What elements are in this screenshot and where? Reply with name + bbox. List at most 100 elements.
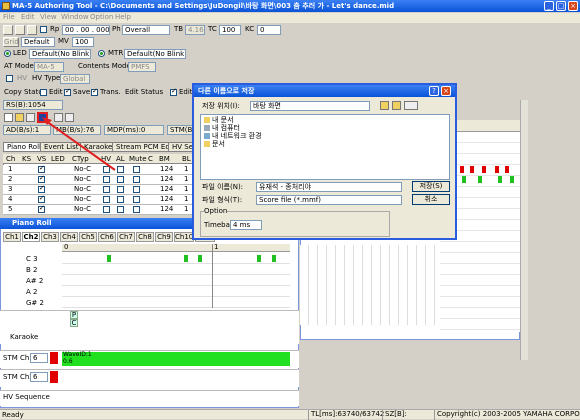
dialog-cancel-button[interactable]: 취소: [412, 194, 450, 205]
rp-checkbox[interactable]: [40, 26, 47, 33]
menu-view[interactable]: View: [40, 13, 57, 21]
dialog-close-button[interactable]: ×: [441, 86, 451, 96]
mute-checkbox[interactable]: [133, 196, 140, 203]
pause-button[interactable]: [27, 25, 37, 35]
measure-line: [212, 244, 213, 308]
menu-option[interactable]: Option: [90, 13, 113, 21]
piano-roll-title: Piano Roll: [12, 219, 52, 227]
stm-ch1-wave-bar[interactable]: [62, 352, 290, 366]
save-in-select[interactable]: 바탕 화면: [250, 101, 370, 111]
menu-window[interactable]: Window: [61, 13, 89, 21]
mute-checkbox[interactable]: [133, 186, 140, 193]
copy-trans-checkbox[interactable]: ✓: [91, 87, 98, 96]
note-block[interactable]: [184, 255, 188, 262]
copy-save-checkbox[interactable]: ✓: [64, 87, 71, 96]
tab-ch5[interactable]: Ch5: [79, 232, 97, 242]
karaoke-mark-c[interactable]: C: [70, 319, 78, 327]
hv-row-checkbox[interactable]: [103, 196, 110, 203]
tab-ch9[interactable]: Ch9: [155, 232, 173, 242]
note-block[interactable]: [107, 255, 111, 262]
stm-ch1-select[interactable]: 6: [30, 353, 48, 363]
tab-ch3[interactable]: Ch3: [41, 232, 59, 242]
menu-help[interactable]: Help: [115, 13, 131, 21]
stm-ch1-color[interactable]: [50, 352, 58, 364]
hv-row-checkbox[interactable]: [103, 186, 110, 193]
note-block[interactable]: [198, 255, 202, 262]
led-select[interactable]: Default(No Blink): [29, 49, 91, 59]
dialog-title: 다른 이름으로 저장: [198, 87, 255, 95]
dialog-help-button[interactable]: ?: [429, 86, 439, 96]
tab-ch6[interactable]: Ch6: [98, 232, 116, 242]
close-button[interactable]: ×: [568, 1, 578, 11]
piano-roll-ruler: [62, 244, 290, 252]
note-label-c3: C 3: [26, 255, 38, 263]
stm-ch2-color[interactable]: [50, 371, 58, 383]
col-bl: BL: [182, 155, 191, 163]
maximize-button[interactable]: □: [556, 1, 566, 11]
play-preview-icon[interactable]: [26, 113, 35, 122]
ph-select[interactable]: Overall: [122, 25, 170, 35]
network-icon: [204, 133, 210, 139]
position-field[interactable]: 00 . 00 . 000: [62, 25, 110, 35]
hv-row-checkbox[interactable]: [103, 206, 110, 213]
vs-checkbox[interactable]: ✓: [38, 174, 45, 183]
tab-piano-roll[interactable]: Piano Roll: [3, 142, 45, 152]
note-block[interactable]: [272, 255, 276, 262]
default-select[interactable]: Default: [21, 37, 55, 47]
view-menu-icon[interactable]: [404, 101, 418, 110]
kc-select[interactable]: 0: [257, 25, 281, 35]
my-documents-icon: [204, 117, 210, 123]
al-checkbox[interactable]: [117, 176, 124, 183]
dialog-save-button[interactable]: 저장(S): [412, 181, 450, 192]
tab-ch1[interactable]: Ch1: [3, 232, 21, 242]
play-button[interactable]: [15, 25, 25, 35]
hv-checkbox[interactable]: [6, 75, 13, 82]
led-radio[interactable]: [4, 50, 11, 57]
grid-button[interactable]: Grid: [3, 37, 19, 47]
tab-ch7[interactable]: Ch7: [117, 232, 135, 242]
timebase-select[interactable]: 4 ms: [230, 220, 262, 230]
copy-trans-label: Trans.: [100, 88, 121, 96]
al-checkbox[interactable]: [117, 196, 124, 203]
stm-ch2-select[interactable]: 6: [30, 372, 48, 382]
green-note-block: [462, 176, 466, 183]
al-checkbox[interactable]: [117, 206, 124, 213]
hv-row-checkbox[interactable]: [103, 176, 110, 183]
mv-field[interactable]: 100: [72, 37, 94, 47]
tab-ch8[interactable]: Ch8: [136, 232, 154, 242]
up-folder-icon[interactable]: [380, 101, 389, 110]
mtr-select[interactable]: Default(No Blink): [124, 49, 186, 59]
new-folder-icon[interactable]: [392, 101, 401, 110]
menu-file[interactable]: File: [3, 13, 15, 21]
filetype-select[interactable]: Score file (*.mmf): [256, 195, 402, 205]
row-bm: 124: [160, 195, 174, 203]
mute-checkbox[interactable]: [133, 206, 140, 213]
vs-checkbox[interactable]: ✓: [38, 204, 45, 213]
vertical-scrollbar[interactable]: [520, 100, 528, 360]
tab-ch10[interactable]: Ch10: [174, 232, 194, 242]
note-block[interactable]: [257, 255, 261, 262]
mute-checkbox[interactable]: [133, 176, 140, 183]
mute-checkbox[interactable]: [133, 166, 140, 173]
row-ctyp[interactable]: No-C: [74, 204, 91, 214]
copy-edit-checkbox[interactable]: [40, 89, 47, 96]
row-ctyp[interactable]: No-C: [74, 184, 91, 194]
place-documents[interactable]: 문서: [212, 139, 225, 149]
filename-input[interactable]: 유재석 - 종처리야: [256, 182, 402, 192]
tc-select[interactable]: 100: [219, 25, 241, 35]
al-checkbox[interactable]: [117, 186, 124, 193]
row-ctyp[interactable]: No-C: [74, 174, 91, 184]
row-ctyp[interactable]: No-C: [74, 194, 91, 204]
karaoke-mark-p[interactable]: P: [70, 311, 78, 319]
mtr-radio[interactable]: [98, 50, 105, 57]
vs-checkbox[interactable]: ✓: [38, 194, 45, 203]
tab-ch2[interactable]: Ch2: [22, 232, 40, 242]
status-edit-checkbox[interactable]: ✓: [170, 87, 177, 96]
menu-edit[interactable]: Edit: [21, 13, 35, 21]
open-folder-icon[interactable]: [15, 113, 24, 122]
vs-checkbox[interactable]: ✓: [38, 184, 45, 193]
minimize-button[interactable]: _: [544, 1, 554, 11]
new-file-icon[interactable]: [4, 113, 13, 122]
stop-button[interactable]: [3, 25, 13, 35]
tab-ch4[interactable]: Ch4: [60, 232, 78, 242]
